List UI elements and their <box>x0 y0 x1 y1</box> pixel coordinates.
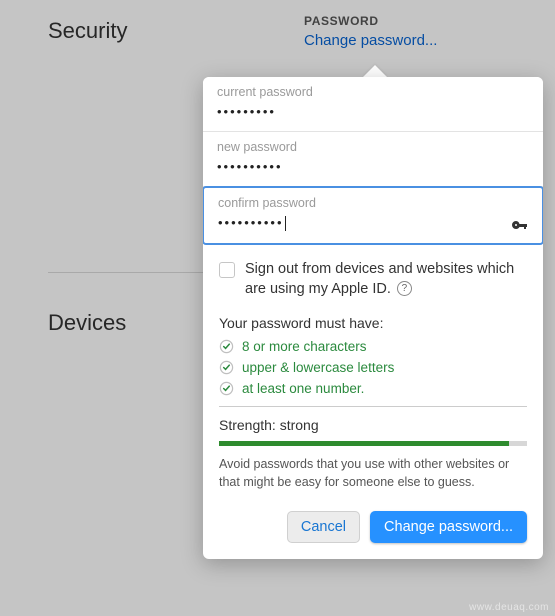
watermark: www.deuaq.com <box>469 602 549 613</box>
current-password-label: current password <box>217 85 529 99</box>
text-cursor <box>285 216 286 231</box>
requirement-text: upper & lowercase letters <box>242 360 394 375</box>
password-advice: Avoid passwords that you use with other … <box>219 456 527 491</box>
section-title-security: Security <box>48 18 127 44</box>
strength-meter <box>219 441 527 446</box>
horizontal-rule <box>219 406 527 407</box>
password-key-icon[interactable] <box>510 218 528 235</box>
signout-label: Sign out from devices and websites which… <box>245 260 527 299</box>
confirm-password-value: •••••••••• <box>218 215 528 231</box>
confirm-password-field[interactable]: confirm password •••••••••• <box>203 186 543 245</box>
requirement-item: upper & lowercase letters <box>219 360 527 375</box>
check-icon <box>219 360 234 375</box>
requirement-text: 8 or more characters <box>242 339 367 354</box>
check-icon <box>219 381 234 396</box>
confirm-password-label: confirm password <box>218 196 528 210</box>
requirements-title: Your password must have: <box>219 315 527 331</box>
requirement-text: at least one number. <box>242 381 364 396</box>
new-password-field[interactable]: new password •••••••••• <box>203 132 543 187</box>
current-password-value: ••••••••• <box>217 104 529 119</box>
change-password-link[interactable]: Change password... <box>304 32 437 49</box>
new-password-label: new password <box>217 140 529 154</box>
change-password-popover: current password ••••••••• new password … <box>203 77 543 559</box>
current-password-field[interactable]: current password ••••••••• <box>203 77 543 132</box>
check-icon <box>219 339 234 354</box>
password-caption: PASSWORD <box>304 14 437 28</box>
signout-checkbox[interactable] <box>219 262 235 278</box>
new-password-value: •••••••••• <box>217 159 529 174</box>
popover-arrow <box>363 65 387 77</box>
strength-label: Strength: strong <box>219 417 527 433</box>
change-password-button[interactable]: Change password... <box>370 511 527 543</box>
cancel-button[interactable]: Cancel <box>287 511 360 543</box>
requirement-item: 8 or more characters <box>219 339 527 354</box>
help-icon[interactable]: ? <box>397 281 412 296</box>
requirement-item: at least one number. <box>219 381 527 396</box>
strength-meter-fill <box>219 441 509 446</box>
section-title-devices: Devices <box>48 310 126 336</box>
